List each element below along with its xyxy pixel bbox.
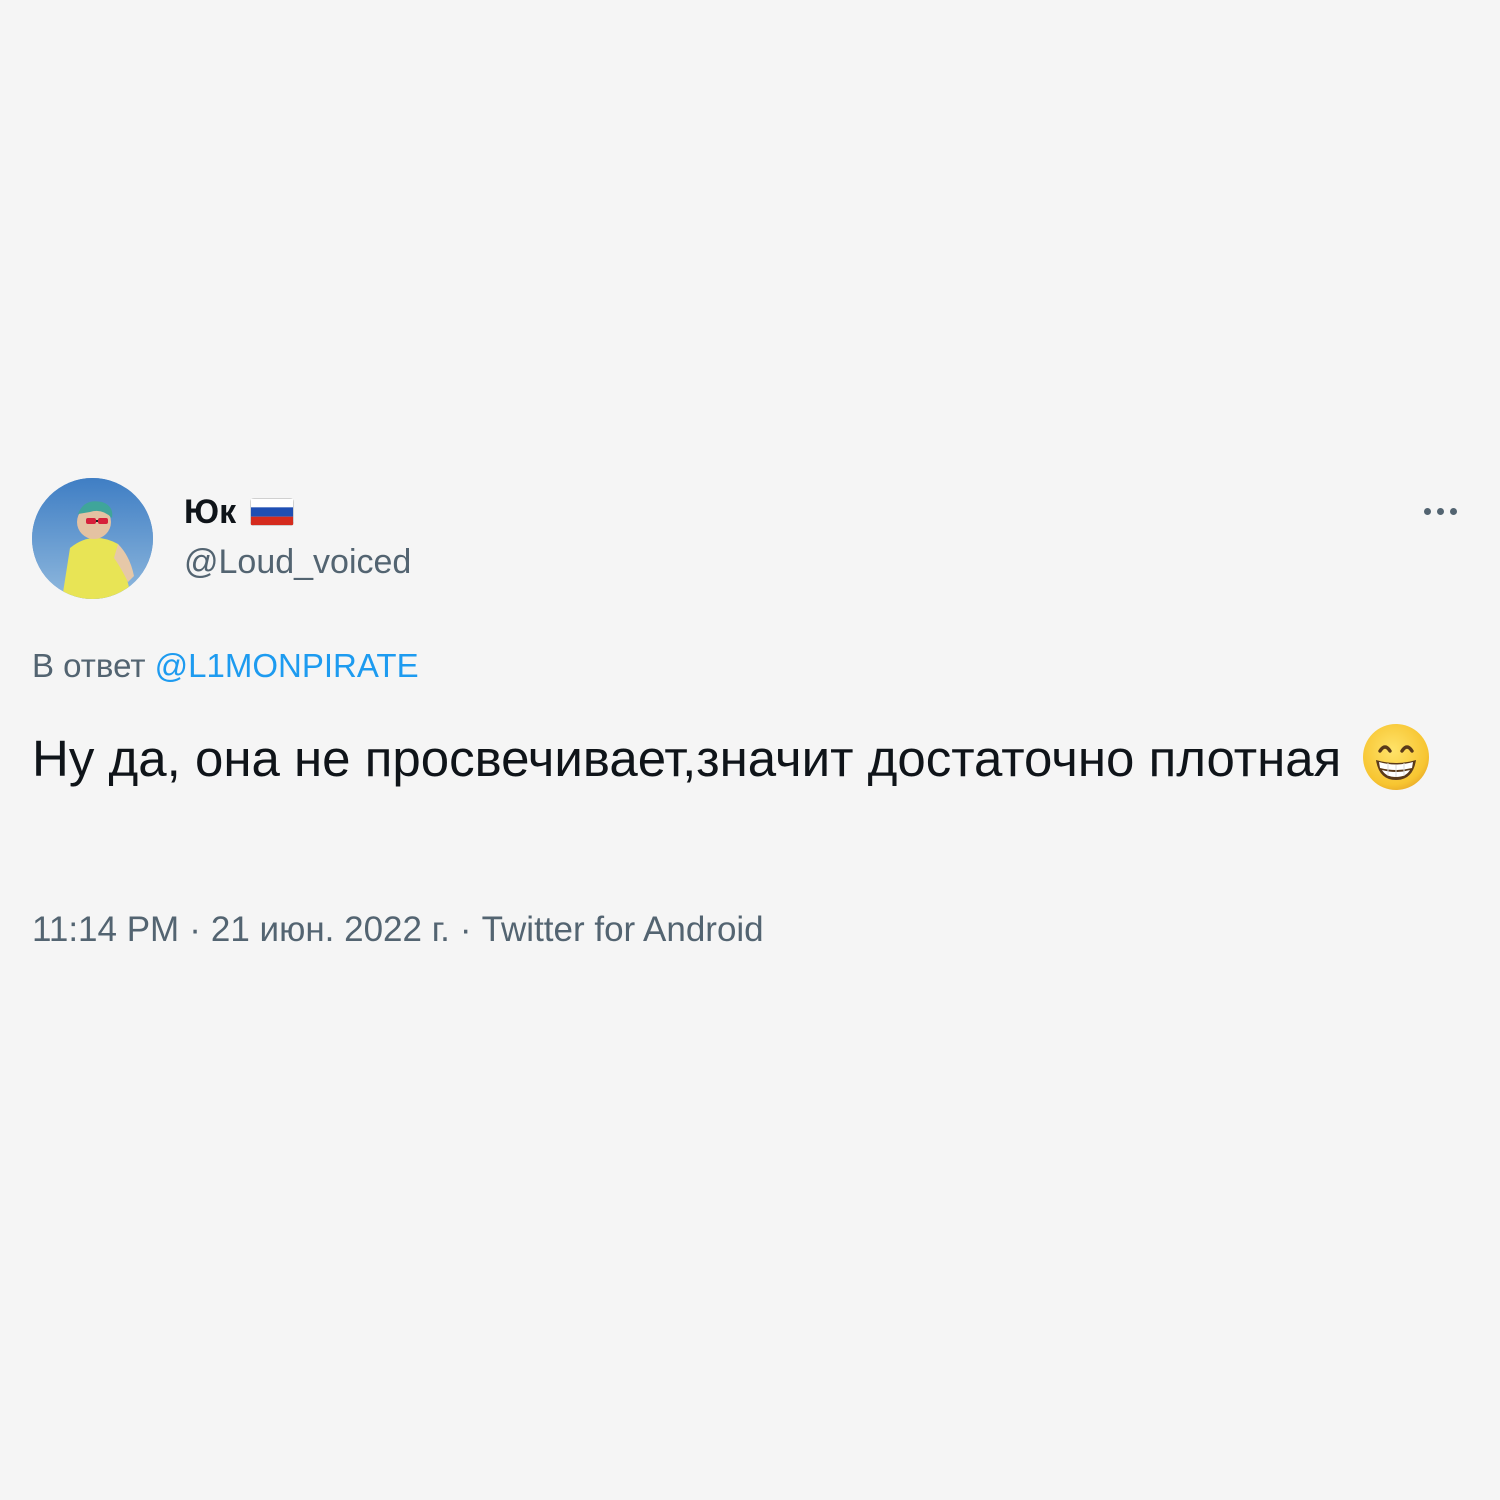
more-options-button[interactable] xyxy=(1414,494,1466,528)
tweet-text: Ну да, она не просвечивает,значит достат… xyxy=(32,722,1452,794)
reply-context: В ответ @L1MONPIRATE xyxy=(32,646,419,686)
russia-flag-icon xyxy=(250,498,295,526)
tweet-source[interactable]: Twitter for Android xyxy=(482,910,764,949)
author-display-name[interactable]: Юк xyxy=(184,492,236,532)
grinning-face-with-smiling-eyes-icon xyxy=(1361,722,1431,792)
tweet-body: Ну да, она не просвечивает,значит достат… xyxy=(32,730,1342,787)
tweet-card: Юк @Loud_voiced В ответ @L1MONPIRATE Ну … xyxy=(0,0,1500,1500)
meta-separator: · xyxy=(459,910,472,949)
meta-separator: · xyxy=(189,910,201,949)
reply-prefix: В ответ xyxy=(32,647,146,684)
author-handle[interactable]: @Loud_voiced xyxy=(184,542,411,582)
reply-mention-link[interactable]: @L1MONPIRATE xyxy=(155,647,419,684)
tweet-meta: 11:14 PM · 21 июн. 2022 г. · Twitter for And… xyxy=(32,908,764,952)
tweet-time[interactable]: 11:14 PM xyxy=(32,910,179,949)
tweet-date[interactable]: 21 июн. 2022 г. xyxy=(211,910,450,949)
avatar[interactable] xyxy=(32,478,153,599)
avatar-photo xyxy=(32,478,153,599)
more-horizontal-icon xyxy=(1423,507,1457,515)
author-name-row: Юк xyxy=(184,492,295,532)
